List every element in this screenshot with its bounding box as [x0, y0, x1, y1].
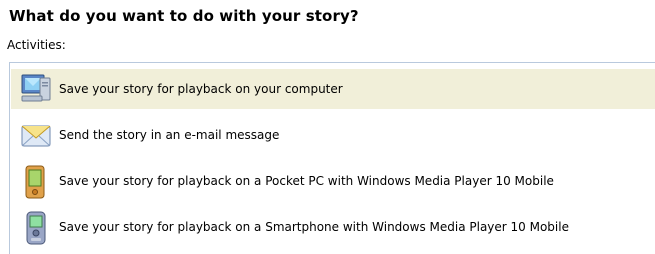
pocket-pc-icon [11, 161, 59, 201]
activity-label: Save your story for playback on a Pocket… [59, 174, 554, 188]
activity-label: Send the story in an e-mail message [59, 128, 280, 142]
email-envelope-icon [11, 115, 59, 155]
activity-item-save-pocket-pc[interactable]: Save your story for playback on a Pocket… [11, 161, 655, 201]
activity-label: Save your story for playback on a Smartp… [59, 220, 569, 234]
activity-item-save-computer[interactable]: Save your story for playback on your com… [11, 69, 655, 109]
computer-icon [11, 69, 59, 109]
activity-item-send-email[interactable]: Send the story in an e-mail message [11, 115, 655, 155]
activities-list[interactable]: Save your story for playback on your com… [9, 62, 655, 254]
smartphone-icon [11, 207, 59, 247]
activity-item-save-smartphone[interactable]: Save your story for playback on a Smartp… [11, 207, 655, 247]
dialog-heading: What do you want to do with your story? [9, 7, 359, 25]
activities-label: Activities: [7, 38, 66, 52]
activity-label: Save your story for playback on your com… [59, 82, 343, 96]
